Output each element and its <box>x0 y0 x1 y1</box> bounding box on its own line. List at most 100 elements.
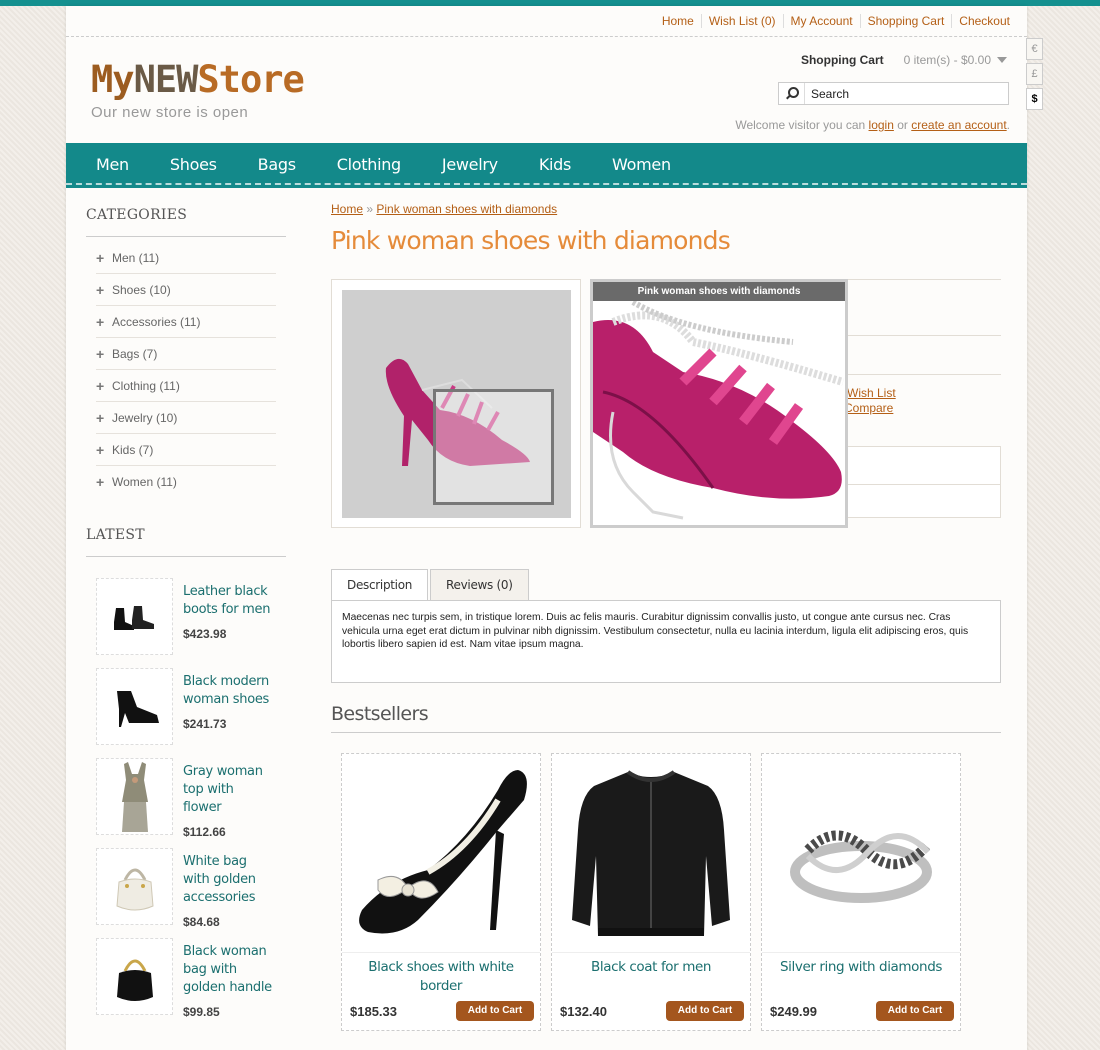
product-card-name[interactable]: Black coat for men <box>562 958 740 977</box>
product-card-name[interactable]: Black shoes with white border <box>352 958 530 996</box>
category-item[interactable]: + Women (11) <box>96 466 276 498</box>
cart-summary[interactable]: 0 item(s) - $0.00 <box>904 53 991 67</box>
latest-heading: LATEST <box>86 527 145 543</box>
product-card-image[interactable] <box>558 760 744 946</box>
latest-item: Gray woman top with flower $112.66 <box>96 758 273 848</box>
add-to-cart-button[interactable]: Add to Cart <box>456 1001 534 1021</box>
latest-thumb[interactable] <box>96 668 173 745</box>
plus-icon: + <box>96 409 105 426</box>
search-icon[interactable] <box>779 83 805 104</box>
compare-link[interactable]: Compare <box>844 401 893 415</box>
category-item[interactable]: + Shoes (10) <box>96 274 276 306</box>
add-to-cart-button[interactable]: Add to Cart <box>876 1001 954 1021</box>
nav-item-women[interactable]: Women <box>612 155 671 174</box>
latest-name[interactable]: Gray woman top with flower <box>183 763 273 817</box>
product-card-price: $249.99 <box>770 1004 817 1019</box>
product-card-name[interactable]: Silver ring with diamonds <box>772 958 950 977</box>
welcome-text: Welcome visitor you can login or create … <box>735 118 1010 132</box>
nav-item-kids[interactable]: Kids <box>539 155 572 174</box>
currency-pound[interactable]: £ <box>1026 63 1043 85</box>
store-logo[interactable]: MyNEWStore <box>91 58 305 102</box>
latest-name[interactable]: Black woman bag with golden handle <box>183 943 273 997</box>
main-nav: Men Shoes Bags Clothing Jewelry Kids Wom… <box>66 143 1027 188</box>
category-list: + Men (11) + Shoes (10) + Accessories (11) … <box>96 242 276 498</box>
details-box-divider <box>846 484 1000 485</box>
breadcrumb-current[interactable]: Pink woman shoes with diamonds <box>376 202 557 216</box>
card-divider <box>552 952 750 953</box>
tab-description[interactable]: Description <box>331 569 429 601</box>
categories-heading: CATEGORIES <box>86 207 188 223</box>
category-item[interactable]: + Clothing (11) <box>96 370 276 402</box>
nav-item-shoes[interactable]: Shoes <box>170 155 217 174</box>
category-label: Shoes (10) <box>112 282 171 297</box>
product-card: Silver ring with diamonds $249.99 Add to… <box>761 753 961 1031</box>
top-link-checkout[interactable]: Checkout <box>951 14 1017 28</box>
category-item[interactable]: + Bags (7) <box>96 338 276 370</box>
logo-part-3: Store <box>197 58 304 101</box>
currency-switcher: € £ $ <box>1026 38 1043 113</box>
wishlist-link[interactable]: Wish List <box>847 386 896 400</box>
bag-image <box>116 959 153 1001</box>
category-item[interactable]: + Jewelry (10) <box>96 402 276 434</box>
latest-price: $241.73 <box>183 717 227 731</box>
product-image-box[interactable] <box>331 279 581 528</box>
zoom-window: Pink woman shoes with diamonds <box>590 279 848 528</box>
plus-icon: + <box>96 249 105 266</box>
breadcrumb: Home » Pink woman shoes with diamonds <box>331 202 557 216</box>
currency-dollar[interactable]: $ <box>1026 88 1043 110</box>
latest-thumb[interactable] <box>96 848 173 925</box>
category-label: Women (11) <box>112 475 177 489</box>
latest-thumb[interactable] <box>96 578 173 655</box>
latest-name[interactable]: White bag with golden accessories <box>183 853 273 907</box>
tab-reviews[interactable]: Reviews (0) <box>430 569 529 600</box>
breadcrumb-home[interactable]: Home <box>331 202 363 216</box>
product-card: Black shoes with white border $185.33 Ad… <box>341 753 541 1031</box>
top-image <box>121 761 148 832</box>
login-link[interactable]: login <box>869 118 894 132</box>
cart-label: Shopping Cart <box>800 53 884 67</box>
top-link-account[interactable]: My Account <box>782 14 860 28</box>
latest-item: Black woman bag with golden handle $99.8… <box>96 938 273 1028</box>
plus-icon: + <box>96 474 105 490</box>
welcome-prefix: Welcome visitor you can <box>735 118 866 132</box>
latest-name[interactable]: Black modern woman shoes <box>183 673 273 709</box>
product-card-image[interactable] <box>348 760 534 946</box>
latest-thumb[interactable] <box>96 758 173 835</box>
nav-item-clothing[interactable]: Clothing <box>337 155 401 174</box>
product-card-price: $132.40 <box>560 1004 607 1019</box>
chevron-down-icon[interactable] <box>997 57 1007 63</box>
header-divider <box>66 36 1027 37</box>
latest-thumb[interactable] <box>96 938 173 1015</box>
nav-item-men[interactable]: Men <box>96 155 129 174</box>
details-rule <box>846 374 1001 375</box>
latest-item: Leather black boots for men $423.98 <box>96 578 273 668</box>
zoom-lens[interactable] <box>433 389 554 505</box>
category-item[interactable]: + Kids (7) <box>96 434 276 466</box>
product-card-price: $185.33 <box>350 1004 397 1019</box>
latest-rule <box>86 556 286 557</box>
top-link-home[interactable]: Home <box>655 14 701 28</box>
add-to-cart-button[interactable]: Add to Cart <box>666 1001 744 1021</box>
category-item[interactable]: + Men (11) <box>96 242 276 274</box>
search-input[interactable] <box>805 86 1005 101</box>
category-label: Clothing (11) <box>112 378 180 393</box>
category-label: Kids (7) <box>112 442 154 457</box>
create-account-link[interactable]: create an account <box>911 118 1006 132</box>
latest-name[interactable]: Leather black boots for men <box>183 583 273 619</box>
header-cart[interactable]: Shopping Cart 0 item(s) - $0.00 <box>801 53 1007 67</box>
category-item[interactable]: + Accessories (11) <box>96 306 276 338</box>
nav-item-bags[interactable]: Bags <box>258 155 296 174</box>
product-card: Black coat for men $132.40 Add to Cart <box>551 753 751 1031</box>
top-link-cart[interactable]: Shopping Cart <box>859 14 952 28</box>
nav-item-jewelry[interactable]: Jewelry <box>442 155 498 174</box>
currency-euro[interactable]: € <box>1026 38 1043 60</box>
details-rule <box>846 335 1001 336</box>
top-link-wishlist[interactable]: Wish List (0) <box>700 14 783 28</box>
breadcrumb-separator: » <box>366 202 374 216</box>
product-card-image[interactable] <box>768 760 954 946</box>
welcome-or: or <box>897 118 908 132</box>
category-label: Men (11) <box>112 250 160 265</box>
product-main-image[interactable] <box>342 290 571 518</box>
latest-item: White bag with golden accessories $84.68 <box>96 848 273 938</box>
card-divider <box>762 952 960 953</box>
